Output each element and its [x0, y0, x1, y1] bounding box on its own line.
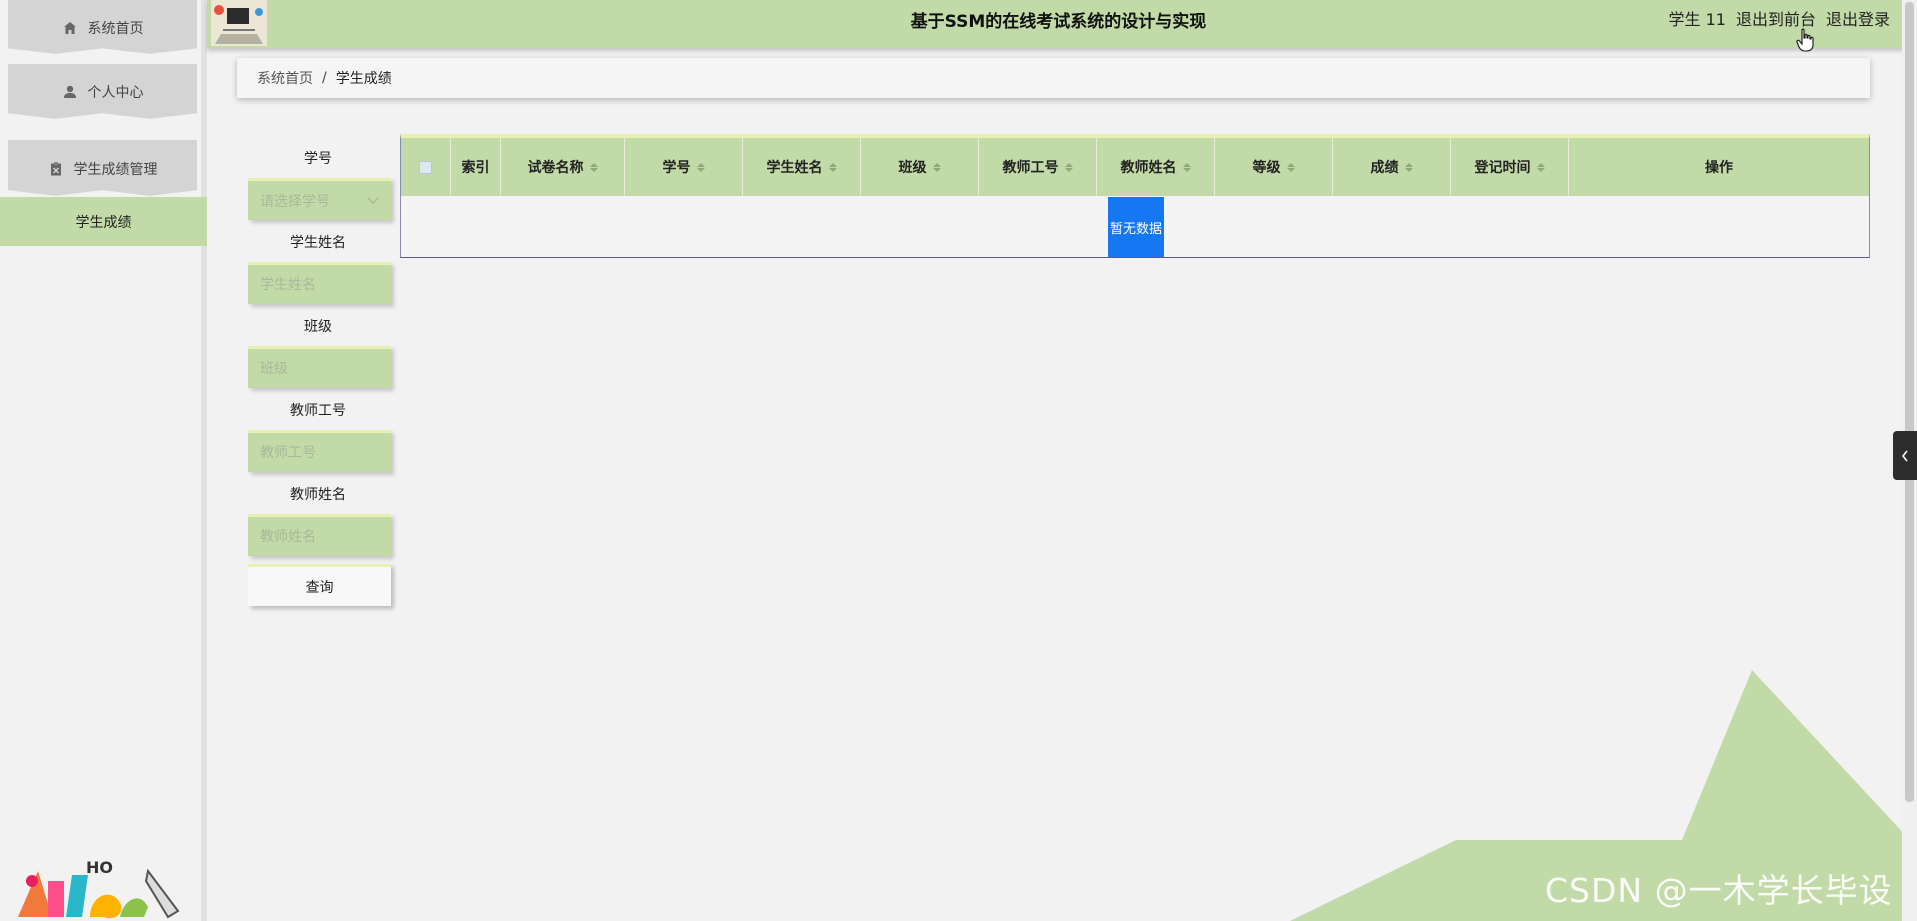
column-header-score[interactable]: 成绩: [1333, 138, 1451, 196]
sort-icon[interactable]: [1286, 162, 1295, 172]
column-label: 试卷名称: [527, 160, 584, 176]
page-title: 基于SSM的在线考试系统的设计与实现: [910, 11, 1207, 32]
breadcrumb: 系统首页 / 学生成绩: [237, 58, 1870, 98]
table-header: 索引 试卷名称 学号 学生姓名 班级 教师工号 教师姓名 等级 成绩 登记时间 …: [401, 138, 1869, 196]
breadcrumb-home-link[interactable]: 系统首页: [257, 68, 313, 88]
sort-icon[interactable]: [1182, 162, 1191, 172]
column-label: 登记时间: [1474, 160, 1531, 176]
table-body: 暂无数据: [401, 196, 1869, 257]
column-header-register-time[interactable]: 登记时间: [1451, 138, 1569, 196]
user-area: 学生 11 退出到前台 退出登录: [1669, 6, 1890, 30]
student-no-select[interactable]: 请选择学号: [248, 178, 391, 220]
sort-icon[interactable]: [1064, 162, 1073, 172]
column-label: 操作: [1705, 160, 1733, 176]
sort-icon[interactable]: [1404, 162, 1413, 172]
column-header-index: 索引: [451, 138, 501, 196]
student-no-label: 学号: [304, 151, 332, 167]
student-name-input[interactable]: [248, 262, 391, 304]
sidebar: 系统首页 个人中心 学生成绩管理 学生成绩 HO: [0, 0, 207, 921]
column-label: 等级: [1252, 160, 1281, 176]
column-label: 班级: [898, 160, 927, 176]
pointer-hand-icon: [1796, 28, 1814, 52]
column-label: 教师工号: [1002, 160, 1059, 176]
column-header-grade[interactable]: 等级: [1215, 138, 1333, 196]
sidebar-item-home[interactable]: 系统首页: [8, 0, 197, 54]
sidebar-item-label: 系统首页: [87, 20, 144, 37]
breadcrumb-separator: /: [322, 70, 327, 86]
breadcrumb-current: 学生成绩: [335, 71, 392, 87]
sidebar-item-label: 个人中心: [87, 85, 144, 101]
sidebar-item-student-score[interactable]: 学生成绩: [0, 197, 207, 246]
clipboard-icon: [50, 161, 61, 175]
sort-icon[interactable]: [828, 162, 837, 172]
top-header: 基于SSM的在线考试系统的设计与实现 学生 11 退出到前台 退出登录: [207, 0, 1910, 48]
user-icon: [63, 85, 76, 98]
teacher-no-input[interactable]: [248, 430, 391, 472]
column-label: 教师姓名: [1120, 160, 1177, 176]
empty-data-badge: 暂无数据: [1108, 197, 1164, 257]
teacher-name-label: 教师姓名: [290, 487, 346, 503]
column-label: 学生姓名: [766, 160, 823, 176]
logout-link[interactable]: 退出登录: [1826, 6, 1890, 30]
sort-icon[interactable]: [932, 162, 941, 172]
student-name-label: 学生姓名: [290, 235, 346, 251]
class-label: 班级: [304, 319, 332, 335]
column-label: 学号: [662, 160, 691, 176]
score-table: 索引 试卷名称 学号 学生姓名 班级 教师工号 教师姓名 等级 成绩 登记时间 …: [400, 134, 1870, 258]
chevron-left-icon: [1901, 450, 1908, 461]
column-label: 成绩: [1370, 160, 1399, 176]
teacher-name-input[interactable]: [248, 514, 391, 556]
sort-icon[interactable]: [589, 162, 598, 172]
watermark-text: CSDN @一木学长毕设: [1545, 871, 1893, 910]
svg-text:HO: HO: [86, 858, 113, 877]
sort-icon[interactable]: [696, 162, 705, 172]
column-header-teacher-no[interactable]: 教师工号: [979, 138, 1097, 196]
column-header-student-no[interactable]: 学号: [625, 138, 743, 196]
sidebar-item-label: 学生成绩管理: [73, 161, 158, 178]
student-no-select-placeholder: 请选择学号: [260, 193, 330, 210]
search-button[interactable]: 查询: [248, 564, 391, 606]
select-all-cell: [401, 138, 451, 196]
scrollbar-thumb[interactable]: [1905, 2, 1914, 802]
username-label: 学生 11: [1668, 10, 1726, 29]
select-all-checkbox[interactable]: [419, 160, 432, 174]
chevron-down-icon: [367, 197, 379, 204]
home-icon: [63, 21, 76, 34]
sidebar-item-score-management[interactable]: 学生成绩管理: [8, 140, 197, 196]
teacher-no-label: 教师工号: [290, 403, 346, 419]
sort-icon[interactable]: [1536, 162, 1545, 172]
column-header-class[interactable]: 班级: [861, 138, 979, 196]
column-header-teacher-name[interactable]: 教师姓名: [1097, 138, 1215, 196]
class-input[interactable]: [248, 346, 391, 388]
side-panel-toggle[interactable]: [1893, 431, 1917, 480]
sidebar-item-profile[interactable]: 个人中心: [8, 64, 197, 119]
column-header-exam-name[interactable]: 试卷名称: [501, 138, 625, 196]
column-label: 索引: [461, 160, 490, 176]
exit-to-frontend-link[interactable]: 退出到前台: [1736, 6, 1816, 30]
decorative-logo-icon: HO: [18, 858, 180, 919]
sidebar-item-label: 学生成绩: [75, 214, 132, 231]
column-header-student-name[interactable]: 学生姓名: [743, 138, 861, 196]
column-header-actions: 操作: [1569, 138, 1869, 196]
